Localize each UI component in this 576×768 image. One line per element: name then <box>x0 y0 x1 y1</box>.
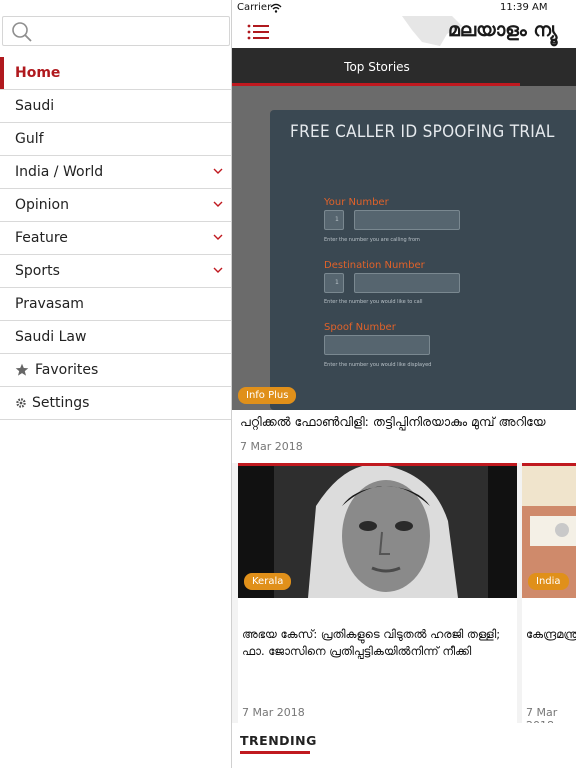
sidebar-item-label: Pravasam <box>15 296 84 312</box>
main-content: Carrier 11:39 AM മലയാളം ന്യൂ Top Stories… <box>232 0 576 768</box>
image-label: Destination Number <box>324 260 425 271</box>
story-thumbnail: India <box>522 466 576 598</box>
section-underline <box>240 751 310 754</box>
image-field <box>354 273 460 293</box>
sidebar-item-settings[interactable]: Settings <box>0 387 231 420</box>
story-title[interactable]: അഭയ കേസ്: പ്രതികളുടെ വിടുതൽ ഹരജി തള്ളി; … <box>242 626 512 660</box>
app-logo: മലയാളം ന്യൂ <box>448 19 558 41</box>
chevron-down-icon[interactable] <box>213 200 223 208</box>
chevron-down-icon[interactable] <box>213 167 223 175</box>
sidebar-item-label: Favorites <box>35 362 99 378</box>
story-thumbnail: Kerala <box>238 466 517 598</box>
image-prefix: 1 <box>335 279 339 286</box>
trending-section: TRENDING <box>232 723 576 768</box>
story-title[interactable]: കേന്ദ്രമന്ത്രി പ്രതിസന്ധി <box>526 626 576 643</box>
image-prefix: 1 <box>335 216 339 223</box>
image-field <box>324 273 344 293</box>
nav-menu: Home Saudi Gulf India / World Opinion Fe… <box>0 57 231 420</box>
sidebar-item-saudi[interactable]: Saudi <box>0 90 231 123</box>
status-bar: Carrier 11:39 AM <box>232 0 576 16</box>
search-icon <box>12 22 32 42</box>
sidebar-item-label: Opinion <box>15 197 69 213</box>
chevron-down-icon[interactable] <box>213 266 223 274</box>
sidebar: Home Saudi Gulf India / World Opinion Fe… <box>0 0 232 768</box>
featured-story[interactable]: FREE CALLER ID SPOOFING TRIAL Your Numbe… <box>232 86 576 463</box>
star-icon <box>15 363 29 376</box>
story-title[interactable]: പറ്റിക്കൽ ഫോൺവിളി: തട്ടിപ്പിനിരയാകും മുമ… <box>240 414 546 430</box>
featured-image: FREE CALLER ID SPOOFING TRIAL Your Numbe… <box>232 86 576 410</box>
search-input[interactable] <box>39 21 225 41</box>
category-badge[interactable]: Info Plus <box>238 387 297 404</box>
tab-bar: Top Stories <box>232 48 576 86</box>
sidebar-item-label: Feature <box>15 230 68 246</box>
image-field <box>354 210 460 230</box>
sidebar-item-gulf[interactable]: Gulf <box>0 123 231 156</box>
sidebar-item-home[interactable]: Home <box>0 57 231 90</box>
section-title: TRENDING <box>240 733 317 748</box>
image-title-text: FREE CALLER ID SPOOFING TRIAL <box>290 122 555 142</box>
story-card[interactable]: Kerala അഭയ കേസ്: പ്രതികളുടെ വിടുതൽ ഹരജി … <box>238 463 517 723</box>
sidebar-item-label: Saudi Law <box>15 329 87 345</box>
sidebar-item-label: Saudi <box>15 98 55 114</box>
image-label: Spoof Number <box>324 322 396 333</box>
wifi-icon <box>270 3 282 13</box>
sidebar-item-label: Settings <box>32 395 90 411</box>
image-hint: Enter the number you would like to call <box>324 299 423 305</box>
sidebar-item-saudi-law[interactable]: Saudi Law <box>0 321 231 354</box>
sidebar-item-label: Home <box>15 65 61 81</box>
story-date: 7 Mar 2018 <box>242 706 305 719</box>
category-badge[interactable]: Kerala <box>244 573 292 590</box>
app-header: മലയാളം ന്യൂ <box>232 16 576 48</box>
image-field <box>324 210 344 230</box>
sidebar-item-favorites[interactable]: Favorites <box>0 354 231 387</box>
sidebar-item-pravasam[interactable]: Pravasam <box>0 288 231 321</box>
image-hint: Enter the number you are calling from <box>324 237 420 243</box>
gear-icon <box>16 398 26 408</box>
sidebar-item-opinion[interactable]: Opinion <box>0 189 231 222</box>
category-badge[interactable]: India <box>528 573 569 590</box>
image-hint: Enter the number you would like displaye… <box>324 362 432 368</box>
sidebar-item-india-world[interactable]: India / World <box>0 156 231 189</box>
sidebar-item-label: Sports <box>15 263 60 279</box>
sidebar-item-sports[interactable]: Sports <box>0 255 231 288</box>
chevron-down-icon[interactable] <box>213 233 223 241</box>
clock: 11:39 AM <box>500 2 548 13</box>
sidebar-item-feature[interactable]: Feature <box>0 222 231 255</box>
sidebar-item-label: India / World <box>15 164 104 180</box>
carrier-label: Carrier <box>237 2 272 13</box>
story-card[interactable]: India കേന്ദ്രമന്ത്രി പ്രതിസന്ധി 7 Mar 20… <box>522 463 576 732</box>
image-label: Your Number <box>324 197 389 208</box>
search-bar[interactable] <box>2 16 230 46</box>
sidebar-item-label: Gulf <box>15 131 44 147</box>
tab-top-stories[interactable]: Top Stories <box>232 48 520 86</box>
image-field <box>324 335 430 355</box>
menu-icon[interactable] <box>247 24 269 40</box>
story-date: 7 Mar 2018 <box>240 440 303 453</box>
